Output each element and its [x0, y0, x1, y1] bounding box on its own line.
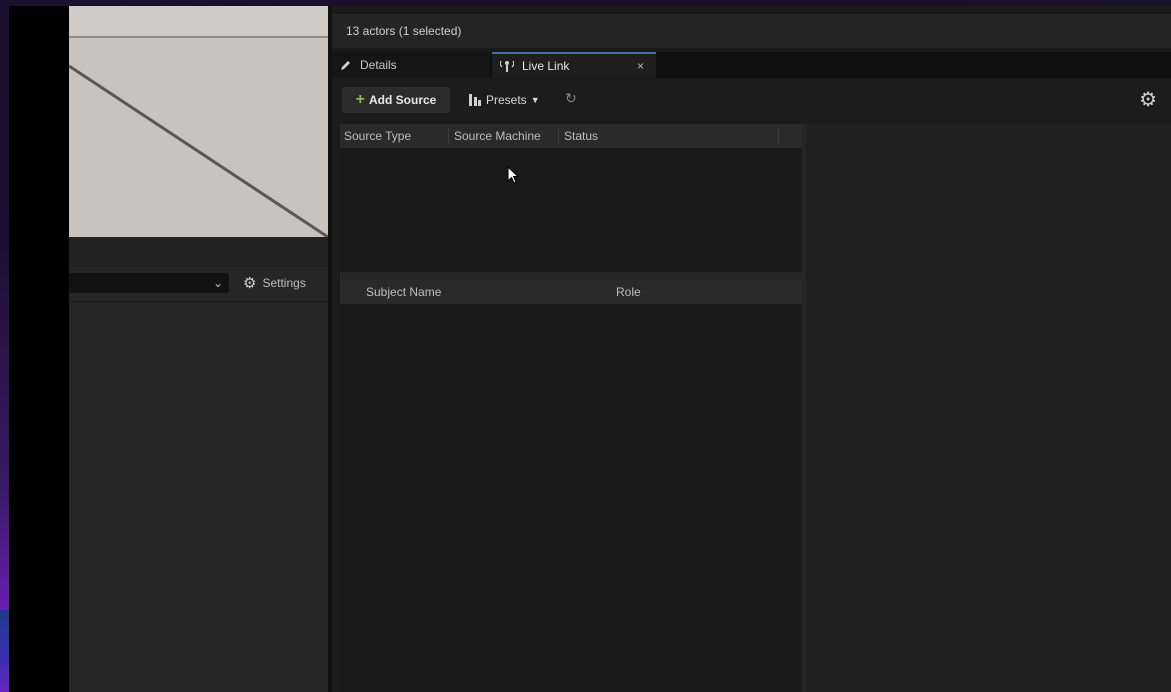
plus-icon: + — [355, 91, 365, 108]
sources-table-header: Source Type Source Machine Status — [340, 124, 802, 148]
column-subject-name[interactable]: Subject Name — [366, 280, 441, 304]
view-dropdown[interactable]: ⌄ — [69, 273, 229, 293]
sources-table: Source Type Source Machine Status — [340, 124, 806, 272]
level-viewport[interactable] — [69, 6, 328, 237]
actor-count-text: 13 actors (1 selected) — [346, 24, 462, 38]
settings-button[interactable]: ⚙ Settings — [243, 273, 306, 293]
column-source-type[interactable]: Source Type — [344, 124, 411, 148]
settings-gear-icon: ⚙ — [243, 274, 257, 292]
live-link-toolbar: + Add Source Presets ▼ ↻ ⚙ — [332, 78, 1171, 120]
column-role[interactable]: Role — [616, 280, 641, 304]
left-panel-body — [69, 302, 328, 692]
presets-label: Presets — [486, 93, 527, 107]
column-separator[interactable] — [558, 128, 559, 144]
tab-bar: Details Live Link × — [332, 52, 1171, 78]
column-separator[interactable] — [778, 128, 779, 144]
tables-splitter[interactable] — [340, 272, 806, 280]
refresh-icon[interactable]: ↻ — [565, 90, 577, 107]
subjects-table: Subject Name Role — [340, 280, 806, 692]
pencil-icon — [341, 61, 350, 70]
column-status[interactable]: Status — [564, 124, 598, 148]
left-panel-toolbar: ⌄ ⚙ Settings — [69, 267, 328, 302]
column-source-machine[interactable]: Source Machine — [454, 124, 541, 148]
editor-left-edge — [9, 6, 69, 692]
tab-live-link-label: Live Link — [522, 59, 570, 73]
add-source-button[interactable]: + Add Source — [342, 87, 450, 113]
presets-icon — [469, 94, 481, 106]
chevron-down-icon: ⌄ — [212, 276, 223, 290]
gear-icon[interactable]: ⚙ — [1139, 87, 1157, 112]
viewport-scene — [69, 64, 328, 237]
presets-button[interactable]: Presets ▼ — [468, 87, 540, 113]
live-link-details-pane — [806, 124, 1171, 692]
tab-details[interactable]: Details — [332, 52, 490, 78]
settings-label: Settings — [262, 276, 306, 290]
live-link-icon — [500, 60, 514, 72]
add-source-label: Add Source — [369, 93, 437, 107]
viewport-bottom-bar — [69, 237, 328, 267]
chevron-down-icon: ▼ — [530, 95, 540, 105]
tab-live-link[interactable]: Live Link × — [492, 52, 656, 78]
live-link-panel: + Add Source Presets ▼ ↻ ⚙ Source Type S… — [332, 78, 1171, 692]
close-icon[interactable]: × — [637, 59, 644, 73]
subjects-table-header: Subject Name Role — [340, 280, 802, 304]
column-separator[interactable] — [448, 128, 449, 144]
mouse-cursor-icon — [507, 166, 520, 184]
outliner-status-bar: 13 actors (1 selected) — [332, 14, 1171, 48]
tab-details-label: Details — [360, 58, 397, 72]
right-panel: 13 actors (1 selected) Details Live Link… — [332, 6, 1171, 692]
